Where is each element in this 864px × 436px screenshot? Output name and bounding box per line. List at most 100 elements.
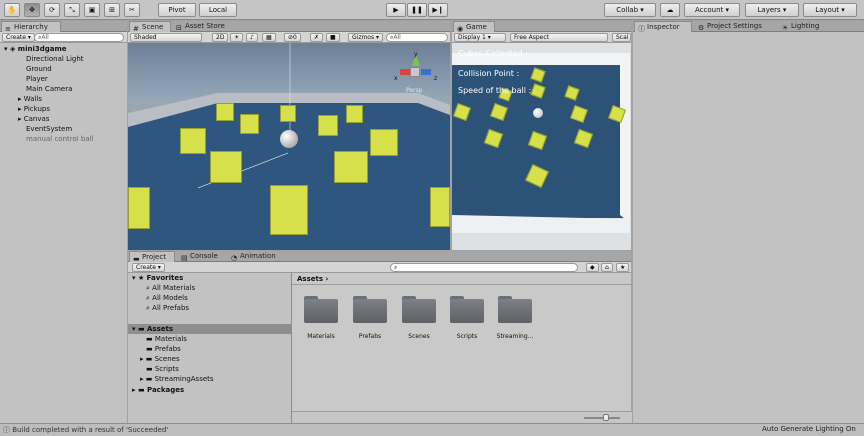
tab-inspector[interactable]: ⓘ Inspector <box>634 21 692 33</box>
step-button[interactable]: ▶❙ <box>428 3 448 17</box>
display-dropdown[interactable]: Display 1 ▾ <box>454 33 506 42</box>
icon-size-slider-thumb[interactable] <box>603 414 609 421</box>
tab-asset-store[interactable]: ⊟ Asset Store <box>173 21 235 32</box>
layout-dropdown[interactable]: Layout ▾ <box>803 3 857 17</box>
create-button[interactable]: Create ▾ <box>2 33 35 42</box>
hierarchy-search[interactable]: ⌕All <box>34 33 124 42</box>
move-tool-button[interactable]: ✥ <box>24 3 40 17</box>
project-create-button[interactable]: Create ▾ <box>132 263 165 272</box>
pickup-cube[interactable] <box>210 151 242 183</box>
camera-dropdown[interactable]: ■ <box>326 33 340 42</box>
scene-search[interactable]: ⌕All <box>386 33 448 42</box>
play-button[interactable]: ▶ <box>386 3 406 17</box>
hierarchy-item[interactable]: manual control ball <box>26 134 94 144</box>
search-icon: ⌕ <box>146 294 150 302</box>
folder-icon: ▬ <box>133 255 140 263</box>
audio-toggle[interactable]: ♪ <box>246 33 258 42</box>
asset-folder-item[interactable]: ▸ ▬ Scenes <box>140 354 180 364</box>
hierarchy-item[interactable]: Directional Light <box>26 54 84 64</box>
filter-by-type-button[interactable]: ◆ <box>586 263 599 272</box>
scene-viewport[interactable]: x y z Persp <box>128 43 450 250</box>
pivot-button[interactable]: Pivot <box>158 3 196 17</box>
custom-tool-button[interactable]: ✂ <box>124 3 140 17</box>
pickup-cube[interactable] <box>270 185 308 235</box>
tab-project-settings[interactable]: ⚙ Project Settings <box>695 21 775 32</box>
favorites-header[interactable]: ▾ ★ Favorites <box>132 273 183 283</box>
shading-dropdown[interactable]: Shaded <box>130 33 202 42</box>
hierarchy-item[interactable]: Player <box>26 74 48 84</box>
local-button[interactable]: Local <box>199 3 237 17</box>
icon-size-slider[interactable] <box>584 417 620 419</box>
packages-header[interactable]: ▸ ▬ Packages <box>132 385 184 395</box>
pickup-cube[interactable] <box>280 105 296 122</box>
pickup-cube[interactable] <box>240 114 259 134</box>
pickup-cube[interactable] <box>370 129 398 156</box>
layers-dropdown[interactable]: Layers ▾ <box>745 3 799 17</box>
project-search[interactable]: ⌕ <box>390 263 578 272</box>
rect-tool-button[interactable]: ▣ <box>84 3 100 17</box>
2d-toggle[interactable]: 2D <box>212 33 229 42</box>
folder-icon[interactable] <box>450 296 484 323</box>
pickup-cube[interactable] <box>128 187 150 229</box>
tab-game[interactable]: ◉ Game <box>453 21 495 33</box>
player-ball[interactable] <box>280 130 298 148</box>
tab-lighting[interactable]: ☀ Lighting <box>779 21 831 32</box>
lighting-toggle[interactable]: ☀ <box>230 33 244 42</box>
favorite-item[interactable]: ⌕ All Materials <box>146 283 195 293</box>
status-message[interactable]: ⓘ Build completed with a result of 'Succ… <box>3 425 168 435</box>
breadcrumb[interactable]: Assets › <box>292 273 632 285</box>
tab-animation[interactable]: ◔ Animation <box>228 251 284 262</box>
cloud-button[interactable]: ☁ <box>660 3 680 17</box>
collab-button[interactable]: Collab ▾ <box>604 3 656 17</box>
folder-icon[interactable] <box>353 296 387 323</box>
persp-label[interactable]: Persp <box>406 87 423 94</box>
hierarchy-item[interactable]: EventSystem <box>26 124 72 134</box>
hidden-toggle[interactable]: ⊘0 <box>284 33 301 42</box>
hierarchy-item[interactable]: ▸ Canvas <box>18 114 49 124</box>
hierarchy-item[interactable]: Main Camera <box>26 84 72 94</box>
tab-project[interactable]: ▬ Project <box>129 251 175 263</box>
pickup-cube[interactable] <box>318 115 338 136</box>
hand-tool-button[interactable]: ✋ <box>4 3 20 17</box>
scale-slider[interactable]: Scal <box>612 33 631 42</box>
pickup-cube[interactable] <box>430 187 450 227</box>
asset-folder-item[interactable]: ▬ Materials <box>146 334 187 344</box>
gizmos-dropdown[interactable]: Gizmos ▾ <box>348 33 384 42</box>
asset-folder-item[interactable]: ▸ ▬ StreamingAssets <box>140 374 214 384</box>
aspect-dropdown[interactable]: Free Aspect <box>510 33 608 42</box>
tab-scene[interactable]: # Scene <box>129 21 171 33</box>
folder-icon[interactable] <box>304 296 338 323</box>
hierarchy-item[interactable]: Ground <box>26 64 52 74</box>
favorite-button[interactable]: ★ <box>616 263 630 272</box>
scale-tool-button[interactable]: ⤡ <box>64 3 80 17</box>
auto-lighting-status[interactable]: Auto Generate Lighting On <box>762 425 856 433</box>
hierarchy-item[interactable]: ▸ Walls <box>18 94 42 104</box>
asset-folder-item[interactable]: ▬ Prefabs <box>146 344 181 354</box>
favorite-item[interactable]: ⌕ All Prefabs <box>146 303 189 313</box>
hierarchy-item[interactable]: ▸ Pickups <box>18 104 50 114</box>
assets-header[interactable]: ▾ ▬ Assets <box>128 324 291 334</box>
pause-button[interactable]: ❚❚ <box>407 3 427 17</box>
folder-icon[interactable] <box>402 296 436 323</box>
tab-console[interactable]: ▤ Console <box>178 251 224 262</box>
favorite-item[interactable]: ⌕ All Models <box>146 293 188 303</box>
folder-icon[interactable] <box>498 296 532 323</box>
effects-dropdown[interactable]: ▦ <box>262 33 276 42</box>
pickup-cube[interactable] <box>346 105 363 123</box>
tools-toggle[interactable]: ✗ <box>310 33 324 42</box>
scene-gizmo[interactable]: x y z Persp <box>394 51 444 97</box>
filter-by-label-button[interactable]: ⌂ <box>601 263 613 272</box>
player-ball[interactable] <box>533 108 543 118</box>
tab-hierarchy[interactable]: ≡ Hierarchy <box>1 21 61 33</box>
game-viewport[interactable]: Cubes Collected : Collision Point : Spee… <box>452 43 631 250</box>
collision-point-text: Collision Point : <box>458 69 520 78</box>
pickup-cube[interactable] <box>334 151 368 183</box>
store-icon: ⊟ <box>176 24 182 32</box>
transform-tool-button[interactable]: ⊞ <box>104 3 120 17</box>
asset-folder-item[interactable]: ▬ Scripts <box>146 364 179 374</box>
account-dropdown[interactable]: Account ▾ <box>684 3 740 17</box>
pickup-cube[interactable] <box>180 128 206 154</box>
rotate-tool-button[interactable]: ⟳ <box>44 3 60 17</box>
pickup-cube[interactable] <box>216 103 234 121</box>
scene-root[interactable]: ▾ ◈ mini3dgame <box>4 44 67 54</box>
